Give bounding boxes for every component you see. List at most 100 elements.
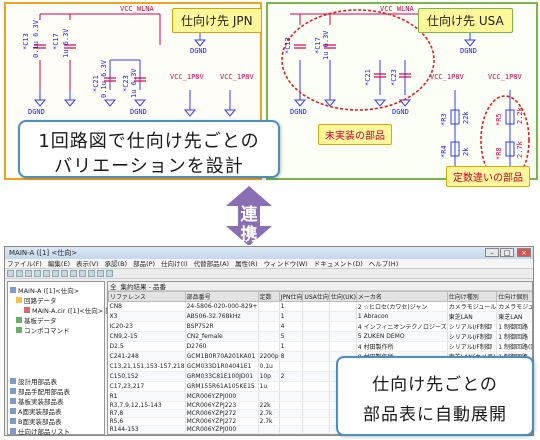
net-vcc-1p8v-usa-a: VCC_1P8V xyxy=(430,73,464,81)
table-cell: MCR006YZPJ272 xyxy=(185,417,259,426)
table-cell: C13,21,151,153-157,218 xyxy=(108,361,186,372)
net-dgnd-jpn-2: DGND xyxy=(130,108,147,116)
net-vcc-1p8v-usa-b: VCC_1P8V xyxy=(488,73,522,81)
table-cell xyxy=(302,361,330,372)
table-cell xyxy=(279,425,304,434)
table-row[interactable]: D2,5D2760 1 4 村田製作所シリアルI/F制御1 制御回路(回路) xyxy=(108,341,532,352)
close-button[interactable]: × xyxy=(517,248,531,257)
menu-destination[interactable]: 仕向け(I) xyxy=(161,259,188,268)
list-icon xyxy=(10,398,16,404)
net-dgnd-usa-top: DGND xyxy=(460,47,477,55)
table-row[interactable]: IC20-23 BSP752R 4 4 インフィニオンテクノロジーズ シリアルI/F制御… xyxy=(108,321,532,332)
menu-parts[interactable]: 部品(P) xyxy=(133,259,155,268)
col-reference[interactable]: リファレンス xyxy=(108,291,186,302)
table-cell: R144-153 xyxy=(108,425,186,434)
ref-r5-usa: *R5 xyxy=(495,113,503,126)
refresh-icon[interactable] xyxy=(106,270,113,277)
undo-icon[interactable] xyxy=(70,270,77,277)
col-jpn[interactable]: JPN仕向 xyxy=(278,291,304,302)
table-cell xyxy=(302,321,330,332)
net-vcc-wlna-usa: VCC_WLNA xyxy=(380,5,414,13)
col-destination-type[interactable]: 仕向け種別 xyxy=(446,291,498,302)
menu-attributes[interactable]: 属性(R) xyxy=(235,259,258,268)
list-b-side-bom[interactable]: B面実装部品表 xyxy=(10,416,61,426)
print-icon[interactable] xyxy=(34,270,41,277)
col-part-number[interactable]: 部品番号 xyxy=(184,291,259,302)
list-destination-parts[interactable]: 仕向け部品リスト xyxy=(10,426,70,435)
cut-icon[interactable] xyxy=(43,270,50,277)
table-cell: 4 村田製作所 xyxy=(356,341,448,352)
table-cell xyxy=(258,425,280,434)
table-cell: 2.7k xyxy=(258,417,280,426)
table-cell xyxy=(302,401,330,410)
table-cell xyxy=(279,391,304,402)
table-cell: 1 制御回路 xyxy=(496,321,532,332)
open-icon[interactable] xyxy=(16,270,23,277)
table-cell xyxy=(302,417,330,426)
table-cell: 1u xyxy=(258,381,280,392)
new-icon[interactable] xyxy=(7,270,14,277)
table-cell: 1 Abracon xyxy=(356,311,448,322)
menu-document[interactable]: ドキュメント(D) xyxy=(314,259,363,268)
table-cell xyxy=(329,311,357,322)
menu-file[interactable]: ファイル(F) xyxy=(7,259,42,268)
list-procurement-bom[interactable]: 部品手配用部品表 xyxy=(10,386,70,396)
tree-root[interactable]: MAIN-A ([1]<仕向> xyxy=(10,285,79,295)
table-cell: CN8 xyxy=(108,301,186,312)
list-a-side-bom[interactable]: A面実装部品表 xyxy=(10,406,61,416)
col-destination-item[interactable]: 仕向け個別 xyxy=(496,291,532,302)
table-cell: 東芝LAN xyxy=(447,311,498,322)
list-board-mount-bom[interactable]: 基板実装部品表 xyxy=(10,396,64,406)
find-icon[interactable] xyxy=(88,270,95,277)
ref-c23-jpn: *C23 xyxy=(122,75,130,92)
tree-board-data[interactable]: 基板データ xyxy=(16,315,57,325)
val-c21-jpn: 0.1u 6.3V xyxy=(100,60,108,98)
table-cell: 2.7k xyxy=(258,409,280,418)
col-usa[interactable]: USA仕向 xyxy=(302,291,330,302)
list-design-bom[interactable]: 設計用部品表 xyxy=(10,376,57,386)
save-icon[interactable] xyxy=(25,270,32,277)
table-cell: 10k xyxy=(258,433,280,434)
paste-icon[interactable] xyxy=(61,270,68,277)
table-cell: 1 制御回路 xyxy=(496,331,532,342)
table-row[interactable]: X3 AB506-32.768kHz 1 1 Abracon 東芝LAN 東芝LAN xyxy=(108,311,532,322)
table-cell: 4 xyxy=(279,321,304,332)
grid-mode-summary[interactable]: 集約結果 - 品番 xyxy=(121,282,166,291)
ref-c21-jpn: *C21 xyxy=(92,75,100,92)
table-cell: 東芝LAN xyxy=(496,311,532,322)
table-cell xyxy=(258,321,280,332)
minimize-button[interactable]: – xyxy=(485,248,499,257)
callout2-line-1: 仕向け先ごとの xyxy=(372,375,498,395)
menu-alternate-parts[interactable]: 代替部品(A) xyxy=(194,259,230,268)
table-row[interactable]: CN9,2-15 CN2_female 5 5 ZUKEN DEMO シリアルI/F制御… xyxy=(108,331,532,342)
redo-icon[interactable] xyxy=(79,270,86,277)
ref-r4-usa: *R4 xyxy=(440,145,448,158)
ref-c17-usa: *C17 xyxy=(314,37,322,54)
menu-approve[interactable]: 承認(B) xyxy=(105,259,128,268)
table-cell: AB506-32.768kHz xyxy=(185,311,259,322)
table-header-row: リファレンス 部品番号 定数 JPN仕向 USA仕向 仕向(UK) メーカ名 仕… xyxy=(108,291,532,302)
table-cell: R1 xyxy=(108,391,186,402)
maximize-button[interactable]: □ xyxy=(500,248,514,257)
menu-edit[interactable]: 編集(E) xyxy=(48,259,70,268)
list-icon xyxy=(10,428,16,434)
col-uk[interactable]: 仕向(UK) xyxy=(328,291,357,302)
list-icon xyxy=(10,408,16,414)
tree-design-data[interactable]: 回路データ xyxy=(16,295,57,305)
table-row[interactable]: CN8 24-5806-020-000-829+ 1 2 ☆ヒロセ(カワセ)ジャン カメ… xyxy=(108,301,532,312)
table-cell xyxy=(302,351,330,362)
col-maker[interactable]: メーカ名 xyxy=(355,291,448,302)
list-icon xyxy=(10,378,16,384)
filter-icon[interactable] xyxy=(97,270,104,277)
copy-icon[interactable] xyxy=(52,270,59,277)
menu-help[interactable]: ヘルプ(H) xyxy=(369,259,398,268)
table-cell: 4 インフィニオンテクノロジーズ xyxy=(356,321,448,332)
tree-component-command[interactable]: コンポコマンド xyxy=(16,325,70,335)
menu-view[interactable]: 表示(V) xyxy=(76,259,99,268)
grid-mode-all[interactable]: 全 xyxy=(110,282,117,291)
ref-c13-usa: *C13 xyxy=(284,37,292,54)
table-cell: R3,7,9,12,15-143 xyxy=(108,401,186,410)
table-cell: 2 ☆ヒロセ(カワセ)ジャン xyxy=(356,301,448,312)
menu-window[interactable]: ウィンドウ(W) xyxy=(264,259,308,268)
col-value[interactable]: 定数 xyxy=(257,291,280,302)
